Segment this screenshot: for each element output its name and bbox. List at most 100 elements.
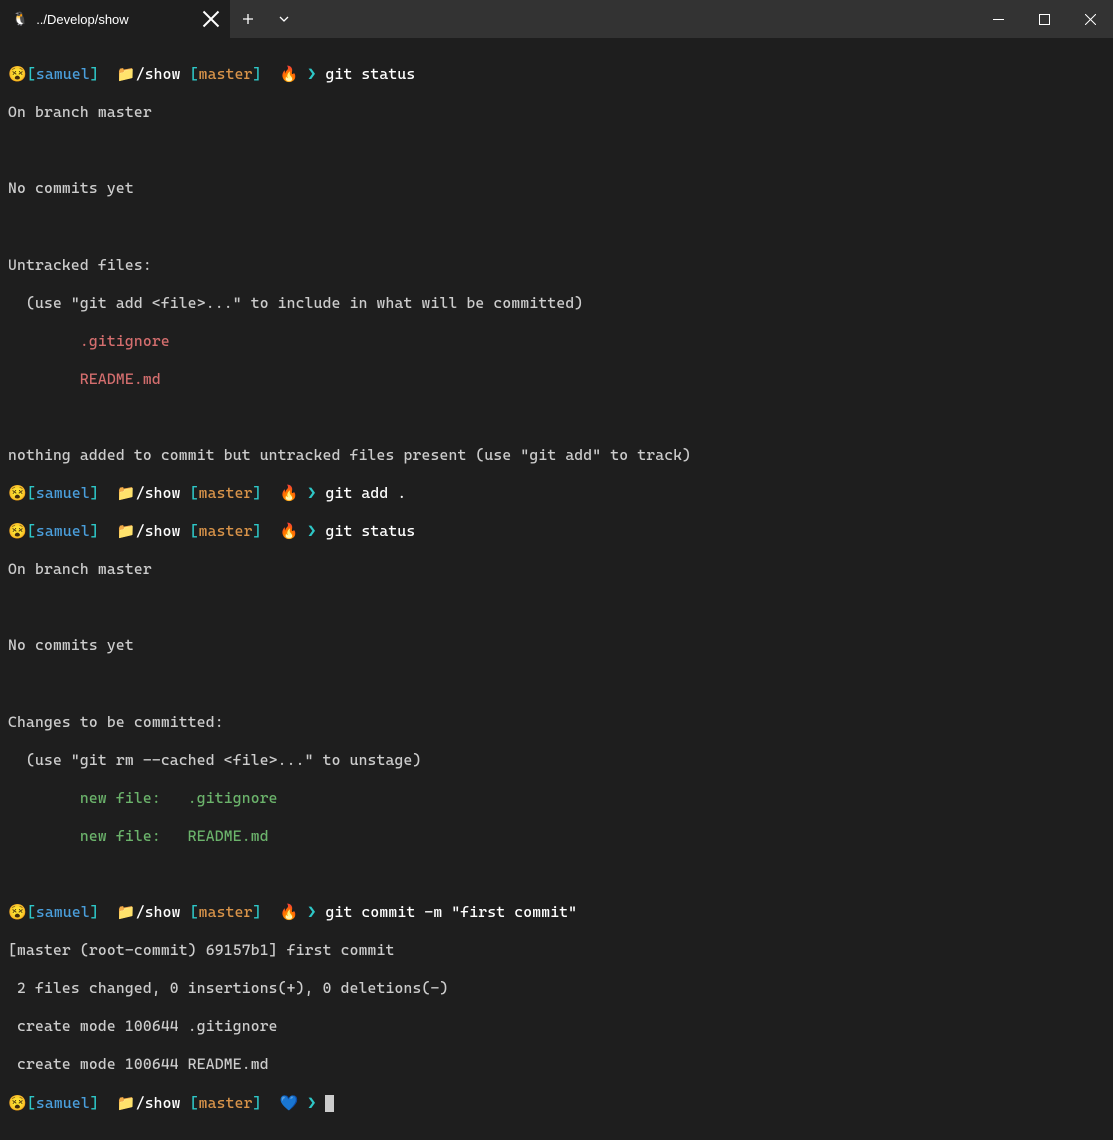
- prompt-arrow: ❯: [307, 65, 316, 83]
- prompt-user: samuel: [36, 522, 90, 540]
- output-line: (use "git rm --cached <file>..." to unst…: [8, 751, 1105, 770]
- prompt-arrow: ❯: [307, 522, 316, 540]
- output-line: No commits yet: [8, 179, 1105, 198]
- prompt-user: samuel: [36, 903, 90, 921]
- prompt-path: /show: [136, 65, 181, 83]
- output-line: On branch master: [8, 560, 1105, 579]
- bracket-open: [: [27, 484, 36, 502]
- bracket-close: ]: [90, 522, 99, 540]
- bracket-open: [: [190, 522, 199, 540]
- bracket-close: ]: [90, 903, 99, 921]
- bracket-open: [: [27, 903, 36, 921]
- close-window-button[interactable]: [1067, 0, 1113, 38]
- output-line: Untracked files:: [8, 256, 1105, 275]
- bracket-close: ]: [253, 484, 262, 502]
- tux-icon: 🐧: [12, 12, 28, 27]
- command-text: git commit -m "first commit": [325, 903, 577, 921]
- folder-icon: 📁: [117, 522, 136, 541]
- face-icon: 😵: [8, 522, 27, 541]
- output-line: Changes to be committed:: [8, 713, 1105, 732]
- output-line: create mode 100644 .gitignore: [8, 1017, 1105, 1036]
- untracked-file: .gitignore: [8, 332, 1105, 351]
- prompt-user: samuel: [36, 1094, 90, 1112]
- minimize-button[interactable]: [975, 0, 1021, 38]
- prompt-line: 😵[samuel] 📁/show [master] 🔥 ❯ git commit…: [8, 903, 1105, 922]
- blank-line: [8, 141, 1105, 160]
- maximize-button[interactable]: [1021, 0, 1067, 38]
- bracket-open: [: [190, 1094, 199, 1112]
- prompt-user: samuel: [36, 484, 90, 502]
- bracket-open: [: [190, 65, 199, 83]
- prompt-branch: master: [199, 484, 253, 502]
- prompt-branch: master: [199, 522, 253, 540]
- face-icon: 😵: [8, 903, 27, 922]
- prompt-user: samuel: [36, 65, 90, 83]
- prompt-path: /show: [136, 1094, 181, 1112]
- tab-region: 🐧 ../Develop/show: [0, 0, 302, 38]
- prompt-branch: master: [199, 65, 253, 83]
- command-text: git add .: [325, 484, 406, 502]
- prompt-path: /show: [136, 522, 181, 540]
- bracket-close: ]: [253, 903, 262, 921]
- bracket-open: [: [27, 65, 36, 83]
- close-tab-button[interactable]: [202, 10, 220, 28]
- blank-line: [8, 217, 1105, 236]
- window-controls: [975, 0, 1113, 38]
- face-icon: 😵: [8, 484, 27, 503]
- tab-active[interactable]: 🐧 ../Develop/show: [0, 0, 230, 38]
- bracket-close: ]: [253, 1094, 262, 1112]
- output-line: On branch master: [8, 103, 1105, 122]
- bracket-open: [: [190, 903, 199, 921]
- output-line: 2 files changed, 0 insertions(+), 0 dele…: [8, 979, 1105, 998]
- output-line: create mode 100644 README.md: [8, 1055, 1105, 1074]
- folder-icon: 📁: [117, 1094, 136, 1113]
- heart-icon: 💙: [280, 1094, 299, 1113]
- prompt-arrow: ❯: [307, 1094, 316, 1112]
- bracket-open: [: [27, 522, 36, 540]
- folder-icon: 📁: [117, 903, 136, 922]
- command-text: git status: [325, 522, 415, 540]
- staged-file: new file: README.md: [8, 827, 1105, 846]
- folder-icon: 📁: [117, 65, 136, 84]
- command-text: git status: [325, 65, 415, 83]
- prompt-arrow: ❯: [307, 903, 316, 921]
- prompt-arrow: ❯: [307, 484, 316, 502]
- blank-line: [8, 408, 1105, 427]
- tab-dropdown-button[interactable]: [266, 0, 302, 38]
- fire-icon: 🔥: [280, 65, 299, 84]
- prompt-path: /show: [136, 903, 181, 921]
- bracket-close: ]: [90, 1094, 99, 1112]
- prompt-line: 😵[samuel] 📁/show [master] 🔥 ❯ git add .: [8, 484, 1105, 503]
- untracked-file: README.md: [8, 370, 1105, 389]
- cursor: [325, 1095, 334, 1112]
- prompt-line: 😵[samuel] 📁/show [master] 💙 ❯: [8, 1094, 1105, 1113]
- prompt-branch: master: [199, 1094, 253, 1112]
- folder-icon: 📁: [117, 484, 136, 503]
- prompt-line: 😵[samuel] 📁/show [master] 🔥 ❯ git status: [8, 522, 1105, 541]
- bracket-close: ]: [253, 65, 262, 83]
- face-icon: 😵: [8, 65, 27, 84]
- face-icon: 😵: [8, 1094, 27, 1113]
- bracket-close: ]: [90, 65, 99, 83]
- fire-icon: 🔥: [280, 903, 299, 922]
- new-tab-button[interactable]: [230, 0, 266, 38]
- tab-title: ../Develop/show: [36, 12, 129, 27]
- output-line: (use "git add <file>..." to include in w…: [8, 294, 1105, 313]
- terminal-viewport[interactable]: 😵[samuel] 📁/show [master] 🔥 ❯ git status…: [0, 38, 1113, 1140]
- staged-file: new file: .gitignore: [8, 789, 1105, 808]
- output-line: nothing added to commit but untracked fi…: [8, 446, 1105, 465]
- blank-line: [8, 598, 1105, 617]
- bracket-close: ]: [90, 484, 99, 502]
- prompt-path: /show: [136, 484, 181, 502]
- blank-line: [8, 865, 1105, 884]
- titlebar: 🐧 ../Develop/show: [0, 0, 1113, 38]
- bracket-close: ]: [253, 522, 262, 540]
- output-line: No commits yet: [8, 636, 1105, 655]
- output-line: [master (root-commit) 69157b1] first com…: [8, 941, 1105, 960]
- bracket-open: [: [27, 1094, 36, 1112]
- prompt-branch: master: [199, 903, 253, 921]
- bracket-open: [: [190, 484, 199, 502]
- prompt-line: 😵[samuel] 📁/show [master] 🔥 ❯ git status: [8, 65, 1105, 84]
- fire-icon: 🔥: [280, 522, 299, 541]
- fire-icon: 🔥: [280, 484, 299, 503]
